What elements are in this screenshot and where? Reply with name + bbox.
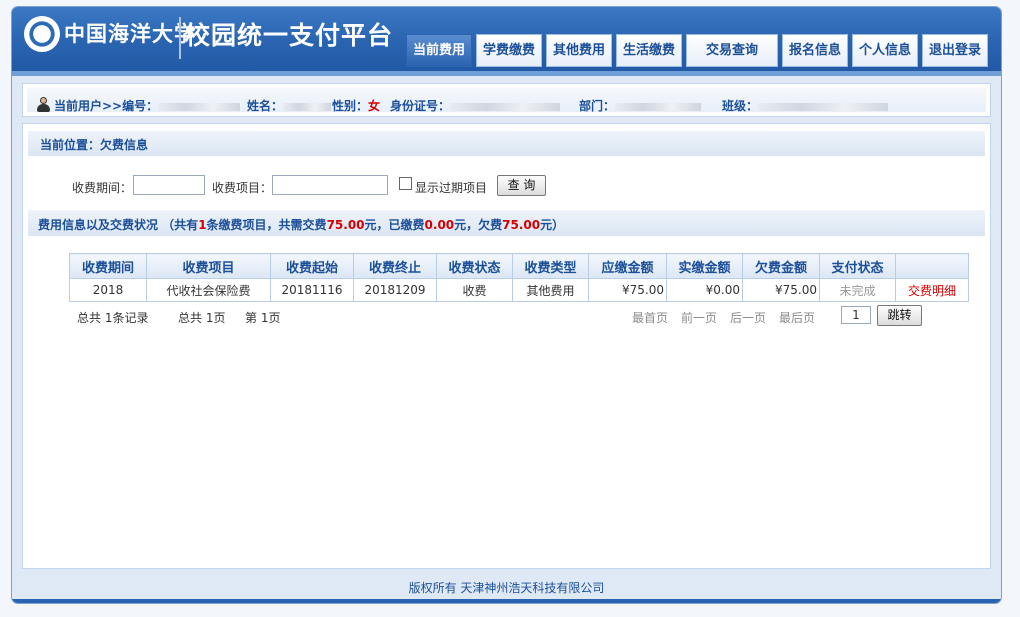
user-gender-field: 性别：女: [332, 99, 381, 113]
main-content: 当前位置：欠费信息 收费期间： 收费项目： 显示过期项目 查 询 费用信息以及交…: [22, 123, 991, 569]
jump-button[interactable]: 跳转: [877, 305, 922, 326]
cell-owed: ¥75.00: [742, 278, 820, 302]
column-header: [895, 253, 969, 279]
tab-personal-info[interactable]: 个人信息: [852, 34, 918, 67]
tab-logout[interactable]: 退出登录: [922, 34, 988, 67]
item-input[interactable]: [272, 175, 388, 195]
cell-due: ¥75.00: [588, 278, 667, 302]
user-class-field: 班级：: [722, 97, 889, 114]
period-input[interactable]: [133, 175, 205, 195]
column-header: 实缴金额: [666, 253, 743, 279]
user-info-bar: 当前用户>>编号： 姓名： 性别：女 身份证号： 部门： 班级：: [22, 83, 991, 117]
item-label: 收费项目：: [212, 181, 273, 195]
location-bar: 当前位置：欠费信息: [28, 131, 985, 156]
tab-other-fees[interactable]: 其他费用: [546, 34, 612, 67]
footer: 版权所有 天津神州浩天科技有限公司: [408, 581, 605, 595]
summary-bar: 费用信息以及交费状况 （共有1条缴费项目，共需交费75.00元，已缴费0.00元…: [28, 210, 985, 236]
payment-detail-link[interactable]: 交费明细: [895, 278, 969, 302]
total-owed: 75.00: [502, 218, 541, 232]
column-header: 欠费金额: [742, 253, 820, 279]
column-header: 收费状态: [436, 253, 513, 279]
first-page-link[interactable]: 最首页: [632, 309, 668, 326]
prev-page-link[interactable]: 前一页: [681, 309, 717, 326]
table-header-row: 收费期间 收费项目 收费起始 收费终止 收费状态 收费类型 应缴金额 实缴金额 …: [69, 253, 969, 279]
main-nav: 当前费用 学费缴费 其他费用 生活缴费 交易查询 报名信息 个人信息 退出登录: [12, 34, 1001, 67]
item-count: 1: [198, 218, 207, 232]
redacted-value: [615, 102, 702, 111]
user-id-card-field: 身份证号：: [390, 97, 561, 114]
tab-tuition-payment[interactable]: 学费缴费: [476, 34, 542, 67]
total-due: 75.00: [326, 218, 365, 232]
cell-start: 20181116: [270, 278, 354, 302]
show-expired-label: 显示过期项目: [415, 181, 488, 195]
tab-registration-info[interactable]: 报名信息: [782, 34, 848, 67]
total-paid: 0.00: [424, 218, 455, 232]
cell-pay-status: 未完成: [819, 278, 896, 302]
app-frame: 中国海洋大学 校园统一支付平台 当前费用 学费缴费 其他费用 生活缴费 交易查询…: [11, 6, 1002, 604]
page-number-input[interactable]: 1: [841, 306, 871, 324]
total-records: 总共 1条记录: [77, 311, 149, 325]
header-underline: [12, 71, 1001, 76]
show-expired-checkbox[interactable]: [399, 177, 412, 190]
redacted-value: [758, 102, 889, 111]
redacted-value: [450, 102, 561, 111]
query-button[interactable]: 查 询: [497, 175, 546, 196]
tab-living-payment[interactable]: 生活缴费: [616, 34, 682, 67]
column-header: 收费期间: [69, 253, 147, 279]
user-icon: [36, 97, 51, 113]
fee-table: 收费期间 收费项目 收费起始 收费终止 收费状态 收费类型 应缴金额 实缴金额 …: [69, 253, 969, 302]
current-page: 第 1页: [245, 311, 281, 325]
cell-paid: ¥0.00: [666, 278, 743, 302]
gender-value: 女: [368, 99, 381, 113]
header: 中国海洋大学 校园统一支付平台 当前费用 学费缴费 其他费用 生活缴费 交易查询…: [12, 7, 1001, 71]
column-header: 收费起始: [270, 253, 354, 279]
column-header: 收费项目: [146, 253, 271, 279]
redacted-value: [158, 102, 241, 111]
cell-item: 代收社会保险费: [146, 278, 271, 302]
search-form: 收费期间： 收费项目： 显示过期项目 查 询: [23, 174, 990, 198]
footer-underline: [12, 599, 1001, 603]
next-page-link[interactable]: 后一页: [730, 309, 766, 326]
user-department-field: 部门：: [579, 97, 702, 114]
user-name-field: 姓名：: [247, 97, 332, 114]
tab-transaction-query[interactable]: 交易查询: [686, 34, 778, 67]
last-page-link[interactable]: 最后页: [779, 309, 815, 326]
cell-status: 收费: [436, 278, 513, 302]
column-header: 收费终止: [353, 253, 437, 279]
period-label: 收费期间：: [72, 181, 133, 195]
column-header: 收费类型: [512, 253, 589, 279]
cell-period: 2018: [69, 278, 147, 302]
user-id-field: 当前用户>>编号：: [54, 97, 241, 114]
table-row: 2018 代收社会保险费 20181116 20181209 收费 其他费用 ¥…: [69, 278, 969, 302]
current-location: 当前位置：欠费信息: [40, 138, 149, 152]
fee-summary: 费用信息以及交费状况 （共有1条缴费项目，共需交费75.00元，已缴费0.00元…: [38, 218, 565, 232]
cell-end: 20181209: [353, 278, 437, 302]
total-pages: 总共 1页: [178, 311, 226, 325]
column-header: 支付状态: [819, 253, 896, 279]
column-header: 应缴金额: [588, 253, 667, 279]
cell-type: 其他费用: [512, 278, 589, 302]
redacted-value: [283, 102, 332, 111]
tab-current-fees[interactable]: 当前费用: [406, 34, 472, 67]
